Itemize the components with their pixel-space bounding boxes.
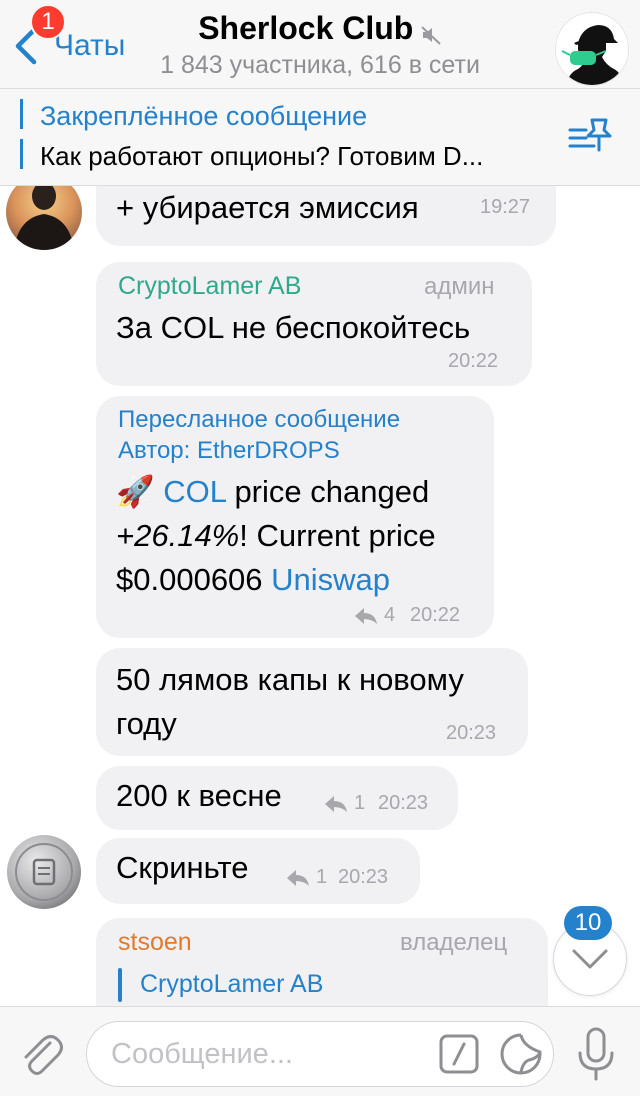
message-list[interactable]: + убирается эмиссия 19:27 CryptoLamer AB… <box>0 186 640 1006</box>
message-time: 20:22 <box>410 604 461 626</box>
chevron-down-icon <box>572 949 608 969</box>
forward-label: Пересланное сообщение <box>118 406 401 433</box>
reply-counter[interactable]: 4 <box>354 604 395 627</box>
rocket-emoji: 🚀 <box>116 474 155 509</box>
command-icon[interactable] <box>439 1034 479 1074</box>
reply-counter[interactable]: 1 <box>324 792 365 815</box>
coin-avatar-icon <box>7 835 81 909</box>
sender-role: админ <box>424 273 495 300</box>
reply-quote-bar <box>118 968 122 1002</box>
message-text: + убирается эмиссия <box>116 190 419 225</box>
forwarded-message-bubble[interactable]: Пересланное сообщение Автор: EtherDROPS … <box>96 396 494 638</box>
percent-change: +26.14% <box>116 518 240 553</box>
chat-avatar[interactable] <box>555 12 629 86</box>
pinned-message[interactable]: Закреплённое сообщение Как работают опци… <box>0 88 640 186</box>
reply-count: 1 <box>354 792 366 814</box>
pinned-title: Закреплённое сообщение <box>40 101 368 131</box>
message-line: году <box>116 706 177 741</box>
reply-icon <box>355 607 377 624</box>
message-time: 20:23 <box>378 792 429 814</box>
sticker-icon[interactable] <box>499 1032 543 1076</box>
text-fragment: ! Current price <box>239 518 436 553</box>
message-bubble[interactable]: + убирается эмиссия 19:27 <box>96 186 556 246</box>
message-time: 20:23 <box>446 722 497 744</box>
pinned-indicator <box>20 99 23 175</box>
unread-badge: 1 <box>30 4 66 40</box>
message-bubble[interactable]: 50 лямов капы к новому году 20:23 <box>96 648 528 756</box>
message-time: 20:23 <box>338 866 389 888</box>
person-photo-icon <box>6 186 82 250</box>
price: $0.000606 <box>116 562 272 597</box>
pin-list-icon[interactable] <box>566 116 614 164</box>
message-text: Скриньте <box>116 850 249 885</box>
chat-subtitle: 1 843 участника, 616 в сети <box>160 51 480 79</box>
sherlock-logo-icon <box>556 13 628 85</box>
message-bubble[interactable]: Скриньте 1 20:23 <box>96 838 420 904</box>
paperclip-icon[interactable] <box>18 1031 64 1077</box>
chat-title-area[interactable]: Sherlock Club 1 843 участника, 616 в сет… <box>140 10 500 80</box>
message-time: 19:27 <box>480 196 531 218</box>
message-input-container[interactable] <box>86 1021 554 1087</box>
forward-author[interactable]: Автор: EtherDROPS <box>118 435 340 466</box>
chat-title: Sherlock Club <box>198 10 414 46</box>
microphone-icon[interactable] <box>574 1027 618 1083</box>
message-text: 200 к весне <box>116 778 282 813</box>
reply-icon <box>287 869 309 886</box>
message-input-bar <box>0 1006 640 1096</box>
reply-quote-sender[interactable]: CryptoLamer AB <box>140 970 323 999</box>
avatar[interactable] <box>6 186 82 250</box>
message-text: 50 лямов капы к новому году <box>116 658 464 746</box>
reply-icon <box>325 795 347 812</box>
message-line: 50 лямов капы к новому <box>116 662 464 697</box>
message-bubble[interactable]: stsoen владелец CryptoLamer AB <box>96 918 548 1006</box>
mute-icon <box>421 26 441 45</box>
text-fragment: price changed <box>225 474 430 509</box>
pinned-text: Как работают опционы? Готовим D... <box>40 141 484 171</box>
message-time: 20:22 <box>448 350 499 372</box>
back-button[interactable]: Чаты <box>12 26 142 66</box>
sender-name[interactable]: stsoen <box>118 928 192 957</box>
reply-count: 4 <box>384 604 396 626</box>
chat-header: Чаты 1 Sherlock Club 1 843 участника, 61… <box>0 0 640 88</box>
message-text: За COL не беспокойтесь <box>116 310 471 345</box>
sender-role: владелец <box>400 929 508 956</box>
exchange-link[interactable]: Uniswap <box>271 562 390 597</box>
reply-counter[interactable]: 1 <box>286 866 327 889</box>
unread-mentions-badge: 10 <box>564 906 612 940</box>
avatar[interactable] <box>6 834 82 910</box>
reply-count: 1 <box>316 866 328 888</box>
message-bubble[interactable]: CryptoLamer AB админ За COL не беспокойт… <box>96 262 532 386</box>
message-text: 🚀 COL price changed +26.14%! Current pri… <box>116 470 486 602</box>
message-bubble[interactable]: 200 к весне 1 20:23 <box>96 766 458 830</box>
coin-link[interactable]: COL <box>163 474 226 509</box>
back-label: Чаты <box>54 29 126 62</box>
sender-name[interactable]: CryptoLamer AB <box>118 272 301 301</box>
message-input[interactable] <box>111 1032 431 1076</box>
